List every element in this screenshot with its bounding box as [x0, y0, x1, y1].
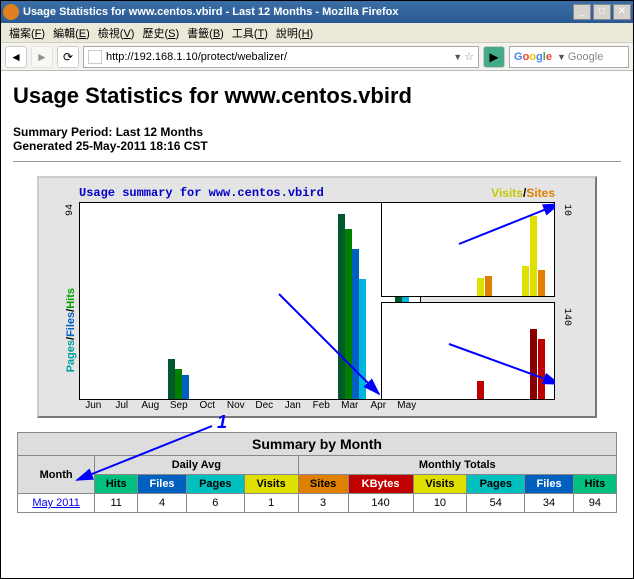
reload-button[interactable]: ⟳	[57, 46, 79, 68]
th-d-hits: Hits	[95, 475, 138, 494]
menu-view[interactable]: 檢視(V)	[94, 25, 139, 41]
go-button[interactable]: ▶	[483, 46, 505, 68]
menu-history[interactable]: 歷史(S)	[138, 25, 183, 41]
window-title: Usage Statistics for www.centos.vbird - …	[23, 6, 573, 18]
chart-legend-left: Pages/Files/Hits	[65, 288, 77, 372]
menu-help[interactable]: 說明(H)	[272, 25, 317, 41]
bar-vs-mar-s	[485, 276, 492, 296]
minimize-button[interactable]: _	[573, 4, 591, 20]
maximize-button[interactable]: □	[593, 4, 611, 20]
menu-bar: 檔案(F) 編輯(E) 檢視(V) 歷史(S) 書籤(B) 工具(T) 說明(H…	[1, 23, 633, 43]
y-axis-right-tick-bottom: 140	[561, 308, 572, 326]
y-axis-right-tick-top: 10	[561, 204, 572, 216]
cell-m-files: 34	[525, 494, 574, 513]
search-box[interactable]: Google ▼ Google	[509, 46, 629, 68]
bar-sep-files	[182, 375, 189, 399]
cell-m-sites: 3	[298, 494, 348, 513]
back-button[interactable]: ◄	[5, 46, 27, 68]
bar-mar-pages	[338, 214, 345, 399]
th-monthly-group: Monthly Totals	[298, 456, 616, 475]
close-button[interactable]: ✕	[613, 4, 631, 20]
th-m-visits: Visits	[413, 475, 467, 494]
th-d-visits: Visits	[244, 475, 298, 494]
cell-m-hits: 94	[573, 494, 616, 513]
page-icon	[88, 50, 102, 64]
page-content: Usage Statistics for www.centos.vbird Su…	[1, 71, 633, 578]
th-m-sites: Sites	[298, 475, 348, 494]
bar-kb-may-a	[530, 329, 537, 399]
menu-bookmarks[interactable]: 書籤(B)	[183, 25, 228, 41]
bar-vs-may-v	[530, 216, 537, 296]
bar-mar-hits	[345, 229, 352, 399]
th-m-files: Files	[525, 475, 574, 494]
bar-vs-mar-v	[477, 278, 484, 296]
main-plot	[79, 202, 421, 400]
cell-d-hits: 11	[95, 494, 138, 513]
bar-mar-extra	[359, 279, 366, 399]
google-icon: Google	[514, 51, 552, 63]
cell-m-kbytes: 140	[348, 494, 413, 513]
sub-plot-visits-sites	[381, 202, 555, 297]
divider	[13, 161, 621, 162]
table-row: May 2011 11 4 6 1 3 140 10 54 34 94	[18, 494, 617, 513]
menu-file[interactable]: 檔案(F)	[5, 25, 49, 41]
table-caption: Summary by Month	[18, 433, 617, 456]
bar-sep-hits	[175, 369, 182, 399]
th-m-kbytes: KBytes	[348, 475, 413, 494]
y-axis-left-tick: 94	[65, 204, 76, 216]
cell-d-files: 4	[138, 494, 187, 513]
bar-kb-mar	[477, 381, 484, 399]
firefox-icon	[3, 4, 19, 20]
th-d-pages: Pages	[186, 475, 244, 494]
window-titlebar: Usage Statistics for www.centos.vbird - …	[1, 1, 633, 23]
window-controls: _ □ ✕	[573, 4, 631, 20]
bar-mar-files	[352, 249, 359, 399]
url-bar[interactable]: http://192.168.1.10/protect/webalizer/ ▼…	[83, 46, 479, 68]
summary-table: Summary by Month Month Daily Avg Monthly…	[17, 432, 617, 513]
url-text: http://192.168.1.10/protect/webalizer/	[106, 51, 451, 63]
nav-toolbar: ◄ ► ⟳ http://192.168.1.10/protect/webali…	[1, 43, 633, 71]
th-d-files: Files	[138, 475, 187, 494]
th-month: Month	[18, 456, 95, 494]
th-daily-group: Daily Avg	[95, 456, 298, 475]
month-link[interactable]: May 2011	[18, 494, 95, 513]
menu-edit[interactable]: 編輯(E)	[49, 25, 94, 41]
cell-d-pages: 6	[186, 494, 244, 513]
bar-sep-pages	[168, 359, 175, 399]
bar-vs-apr-v	[522, 266, 529, 296]
bar-kb-may-b	[538, 339, 545, 399]
forward-button[interactable]: ►	[31, 46, 53, 68]
th-m-pages: Pages	[467, 475, 525, 494]
url-dropdown-icon[interactable]: ▼	[451, 52, 464, 62]
x-axis: Jun Jul Aug Sep Oct Nov Dec Jan Feb Mar …	[79, 400, 555, 414]
cell-m-pages: 54	[467, 494, 525, 513]
sub-plot-kbytes	[381, 302, 555, 400]
search-engine-dropdown-icon[interactable]: ▼	[555, 52, 568, 62]
cell-d-visits: 1	[244, 494, 298, 513]
annotation-1: 1	[217, 412, 227, 433]
usage-chart: Usage summary for www.centos.vbird Visit…	[37, 176, 597, 418]
plot-area: Jun Jul Aug Sep Oct Nov Dec Jan Feb Mar …	[79, 184, 555, 414]
generated-date: Generated 25-May-2011 18:16 CST	[13, 139, 621, 153]
menu-tools[interactable]: 工具(T)	[228, 25, 272, 41]
cell-m-visits: 10	[413, 494, 467, 513]
star-icon[interactable]: ☆	[464, 50, 474, 63]
summary-period: Summary Period: Last 12 Months	[13, 125, 621, 139]
page-title: Usage Statistics for www.centos.vbird	[13, 83, 621, 109]
th-m-hits: Hits	[573, 475, 616, 494]
search-placeholder: Google	[568, 51, 603, 63]
bar-vs-may-s	[538, 270, 545, 296]
